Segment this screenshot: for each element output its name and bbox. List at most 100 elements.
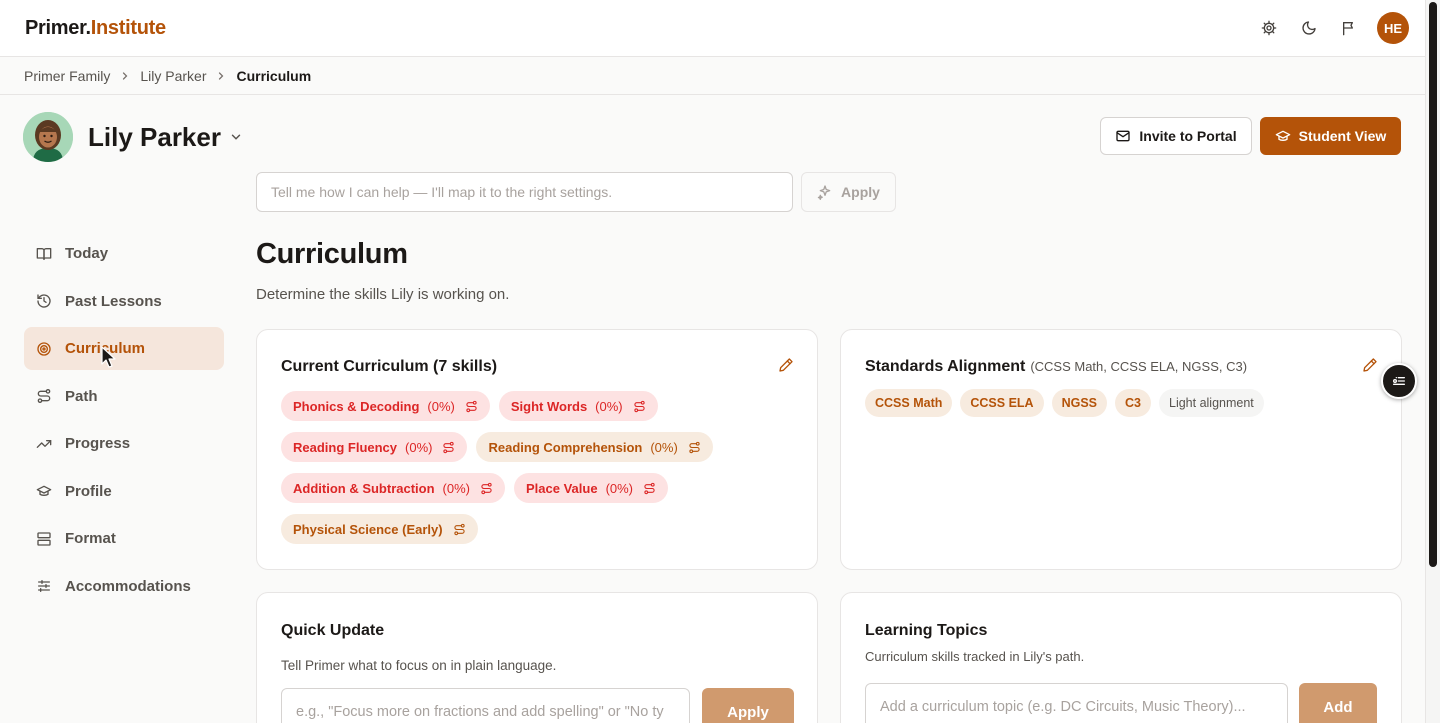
learning-topic-input[interactable] bbox=[865, 683, 1288, 723]
route-icon bbox=[633, 400, 646, 413]
route-icon bbox=[453, 523, 466, 536]
add-topic-button[interactable]: Add bbox=[1299, 683, 1377, 723]
assistant-apply-label: Apply bbox=[841, 184, 880, 200]
book-open-icon bbox=[36, 246, 52, 262]
graduation-cap-icon bbox=[36, 483, 52, 499]
standards-chips: CCSS Math CCSS ELA NGSS C3 Light alignme… bbox=[865, 389, 1264, 417]
pencil-icon[interactable] bbox=[1362, 357, 1378, 378]
skill-name: Reading Comprehension bbox=[488, 439, 643, 455]
skill-chip[interactable]: Reading Fluency (0%) bbox=[281, 432, 468, 462]
chevron-right-icon bbox=[215, 70, 227, 82]
trending-up-icon bbox=[36, 436, 52, 452]
mail-icon bbox=[1115, 128, 1131, 144]
sidebar-item-label: Path bbox=[65, 387, 98, 405]
skill-percent: (0%) bbox=[427, 398, 455, 414]
skill-chip[interactable]: Addition & Subtraction (0%) bbox=[281, 473, 505, 503]
breadcrumb-item-family[interactable]: Primer Family bbox=[24, 68, 110, 84]
skill-name: Addition & Subtraction bbox=[293, 480, 435, 496]
history-icon bbox=[36, 293, 52, 309]
sidebar-item-today[interactable]: Today bbox=[24, 232, 224, 275]
page-title: Curriculum bbox=[256, 238, 408, 270]
settings-icon[interactable] bbox=[1253, 12, 1285, 44]
moon-icon[interactable] bbox=[1293, 12, 1325, 44]
skill-percent: (0%) bbox=[650, 439, 678, 455]
skill-chips: Phonics & Decoding (0%) Sight Words (0%) R… bbox=[281, 391, 801, 544]
user-avatar[interactable]: HE bbox=[1377, 12, 1409, 44]
skill-chip[interactable]: Phonics & Decoding (0%) bbox=[281, 391, 490, 421]
sidebar-item-progress[interactable]: Progress bbox=[24, 422, 224, 465]
sidebar-item-path[interactable]: Path bbox=[24, 375, 224, 418]
invite-to-portal-button[interactable]: Invite to Portal bbox=[1100, 117, 1252, 155]
sidebar-item-label: Past Lessons bbox=[65, 292, 162, 310]
skill-name: Reading Fluency bbox=[293, 439, 398, 455]
page-subtitle: Determine the skills Lily is working on. bbox=[256, 286, 510, 303]
sliders-icon bbox=[36, 578, 52, 594]
invite-label: Invite to Portal bbox=[1139, 128, 1237, 144]
standard-chip: CCSS Math bbox=[865, 389, 953, 417]
skill-chip[interactable]: Sight Words (0%) bbox=[498, 391, 658, 421]
skill-percent: (0%) bbox=[442, 480, 470, 496]
skill-name: Phonics & Decoding bbox=[293, 398, 420, 414]
quick-update-card: Quick Update Tell Primer what to focus o… bbox=[256, 592, 818, 723]
sidebar-nav: Today Past Lessons Curriculum Path Progr… bbox=[24, 232, 224, 612]
logo-part1: Primer. bbox=[25, 17, 91, 39]
breadcrumb-item-student[interactable]: Lily Parker bbox=[140, 68, 206, 84]
route-icon bbox=[688, 441, 701, 454]
skill-chip[interactable]: Reading Comprehension (0%) bbox=[476, 432, 713, 462]
sidebar-item-profile[interactable]: Profile bbox=[24, 470, 224, 513]
skill-chip[interactable]: Place Value (0%) bbox=[514, 473, 669, 503]
student-avatar bbox=[23, 112, 73, 162]
route-icon bbox=[465, 400, 478, 413]
flag-icon[interactable] bbox=[1333, 12, 1365, 44]
student-header: Lily Parker bbox=[23, 112, 243, 162]
sidebar-item-label: Progress bbox=[65, 435, 131, 452]
layout-icon bbox=[36, 531, 52, 547]
sidebar-item-label: Today bbox=[65, 245, 109, 262]
top-icons: HE bbox=[1253, 12, 1409, 44]
logo[interactable]: Primer.Institute bbox=[25, 17, 166, 40]
standards-title: Standards Alignment (CCSS Math, CCSS ELA,… bbox=[865, 358, 1247, 376]
assistant-input[interactable] bbox=[256, 172, 793, 212]
student-view-label: Student View bbox=[1298, 128, 1387, 144]
chevron-down-icon[interactable] bbox=[229, 130, 243, 144]
skill-chip[interactable]: Physical Science (Early) bbox=[281, 514, 478, 544]
current-curriculum-title: Current Curriculum (7 skills) bbox=[281, 358, 498, 375]
sidebar-item-curriculum[interactable]: Curriculum bbox=[24, 327, 224, 370]
standard-chip: C3 bbox=[1115, 389, 1151, 417]
quick-update-apply-button[interactable]: Apply bbox=[702, 688, 794, 723]
assistant-apply-button[interactable]: Apply bbox=[801, 172, 896, 212]
logo-part2: Institute bbox=[90, 17, 166, 39]
mouse-cursor-icon bbox=[101, 346, 117, 375]
page-scrollbar[interactable] bbox=[1425, 0, 1440, 723]
breadcrumb: Primer Family Lily Parker Curriculum bbox=[0, 57, 1425, 95]
skill-name: Sight Words bbox=[510, 398, 588, 414]
standards-alignment-card: Standards Alignment (CCSS Math, CCSS ELA,… bbox=[840, 329, 1402, 570]
scrollbar-thumb[interactable] bbox=[1429, 2, 1437, 567]
graduation-cap-icon bbox=[1275, 128, 1291, 144]
learning-topics-card: Learning Topics Curriculum skills tracke… bbox=[840, 592, 1402, 723]
skill-percent: (0%) bbox=[605, 480, 634, 496]
student-view-button[interactable]: Student View bbox=[1260, 117, 1401, 155]
learning-topics-title: Learning Topics bbox=[865, 622, 988, 639]
sidebar-item-past-lessons[interactable]: Past Lessons bbox=[24, 280, 224, 323]
current-curriculum-card: Current Curriculum (7 skills) Phonics & … bbox=[256, 329, 818, 570]
sidebar-item-accommodations[interactable]: Accommodations bbox=[24, 565, 224, 608]
sidebar-item-label: Accommodations bbox=[65, 577, 191, 595]
sparkles-icon bbox=[817, 184, 833, 200]
sidebar-item-label: Format bbox=[65, 530, 116, 547]
skill-name: Place Value bbox=[526, 480, 598, 496]
list-toggle-icon bbox=[1391, 373, 1407, 389]
sidebar-item-format[interactable]: Format bbox=[24, 517, 224, 560]
pencil-icon[interactable] bbox=[778, 357, 794, 378]
route-icon bbox=[643, 482, 656, 495]
target-icon bbox=[36, 341, 52, 357]
standards-subtitle: (CCSS Math, CCSS ELA, NGSS, C3) bbox=[1030, 359, 1248, 374]
quick-update-input[interactable] bbox=[281, 688, 690, 723]
panel-toggle-button[interactable] bbox=[1381, 363, 1417, 399]
student-name[interactable]: Lily Parker bbox=[88, 122, 221, 153]
skill-percent: (0%) bbox=[595, 398, 623, 414]
skill-percent: (0%) bbox=[405, 439, 433, 455]
route-icon bbox=[480, 482, 493, 495]
quick-update-title: Quick Update bbox=[281, 622, 385, 639]
chevron-right-icon bbox=[119, 70, 131, 82]
